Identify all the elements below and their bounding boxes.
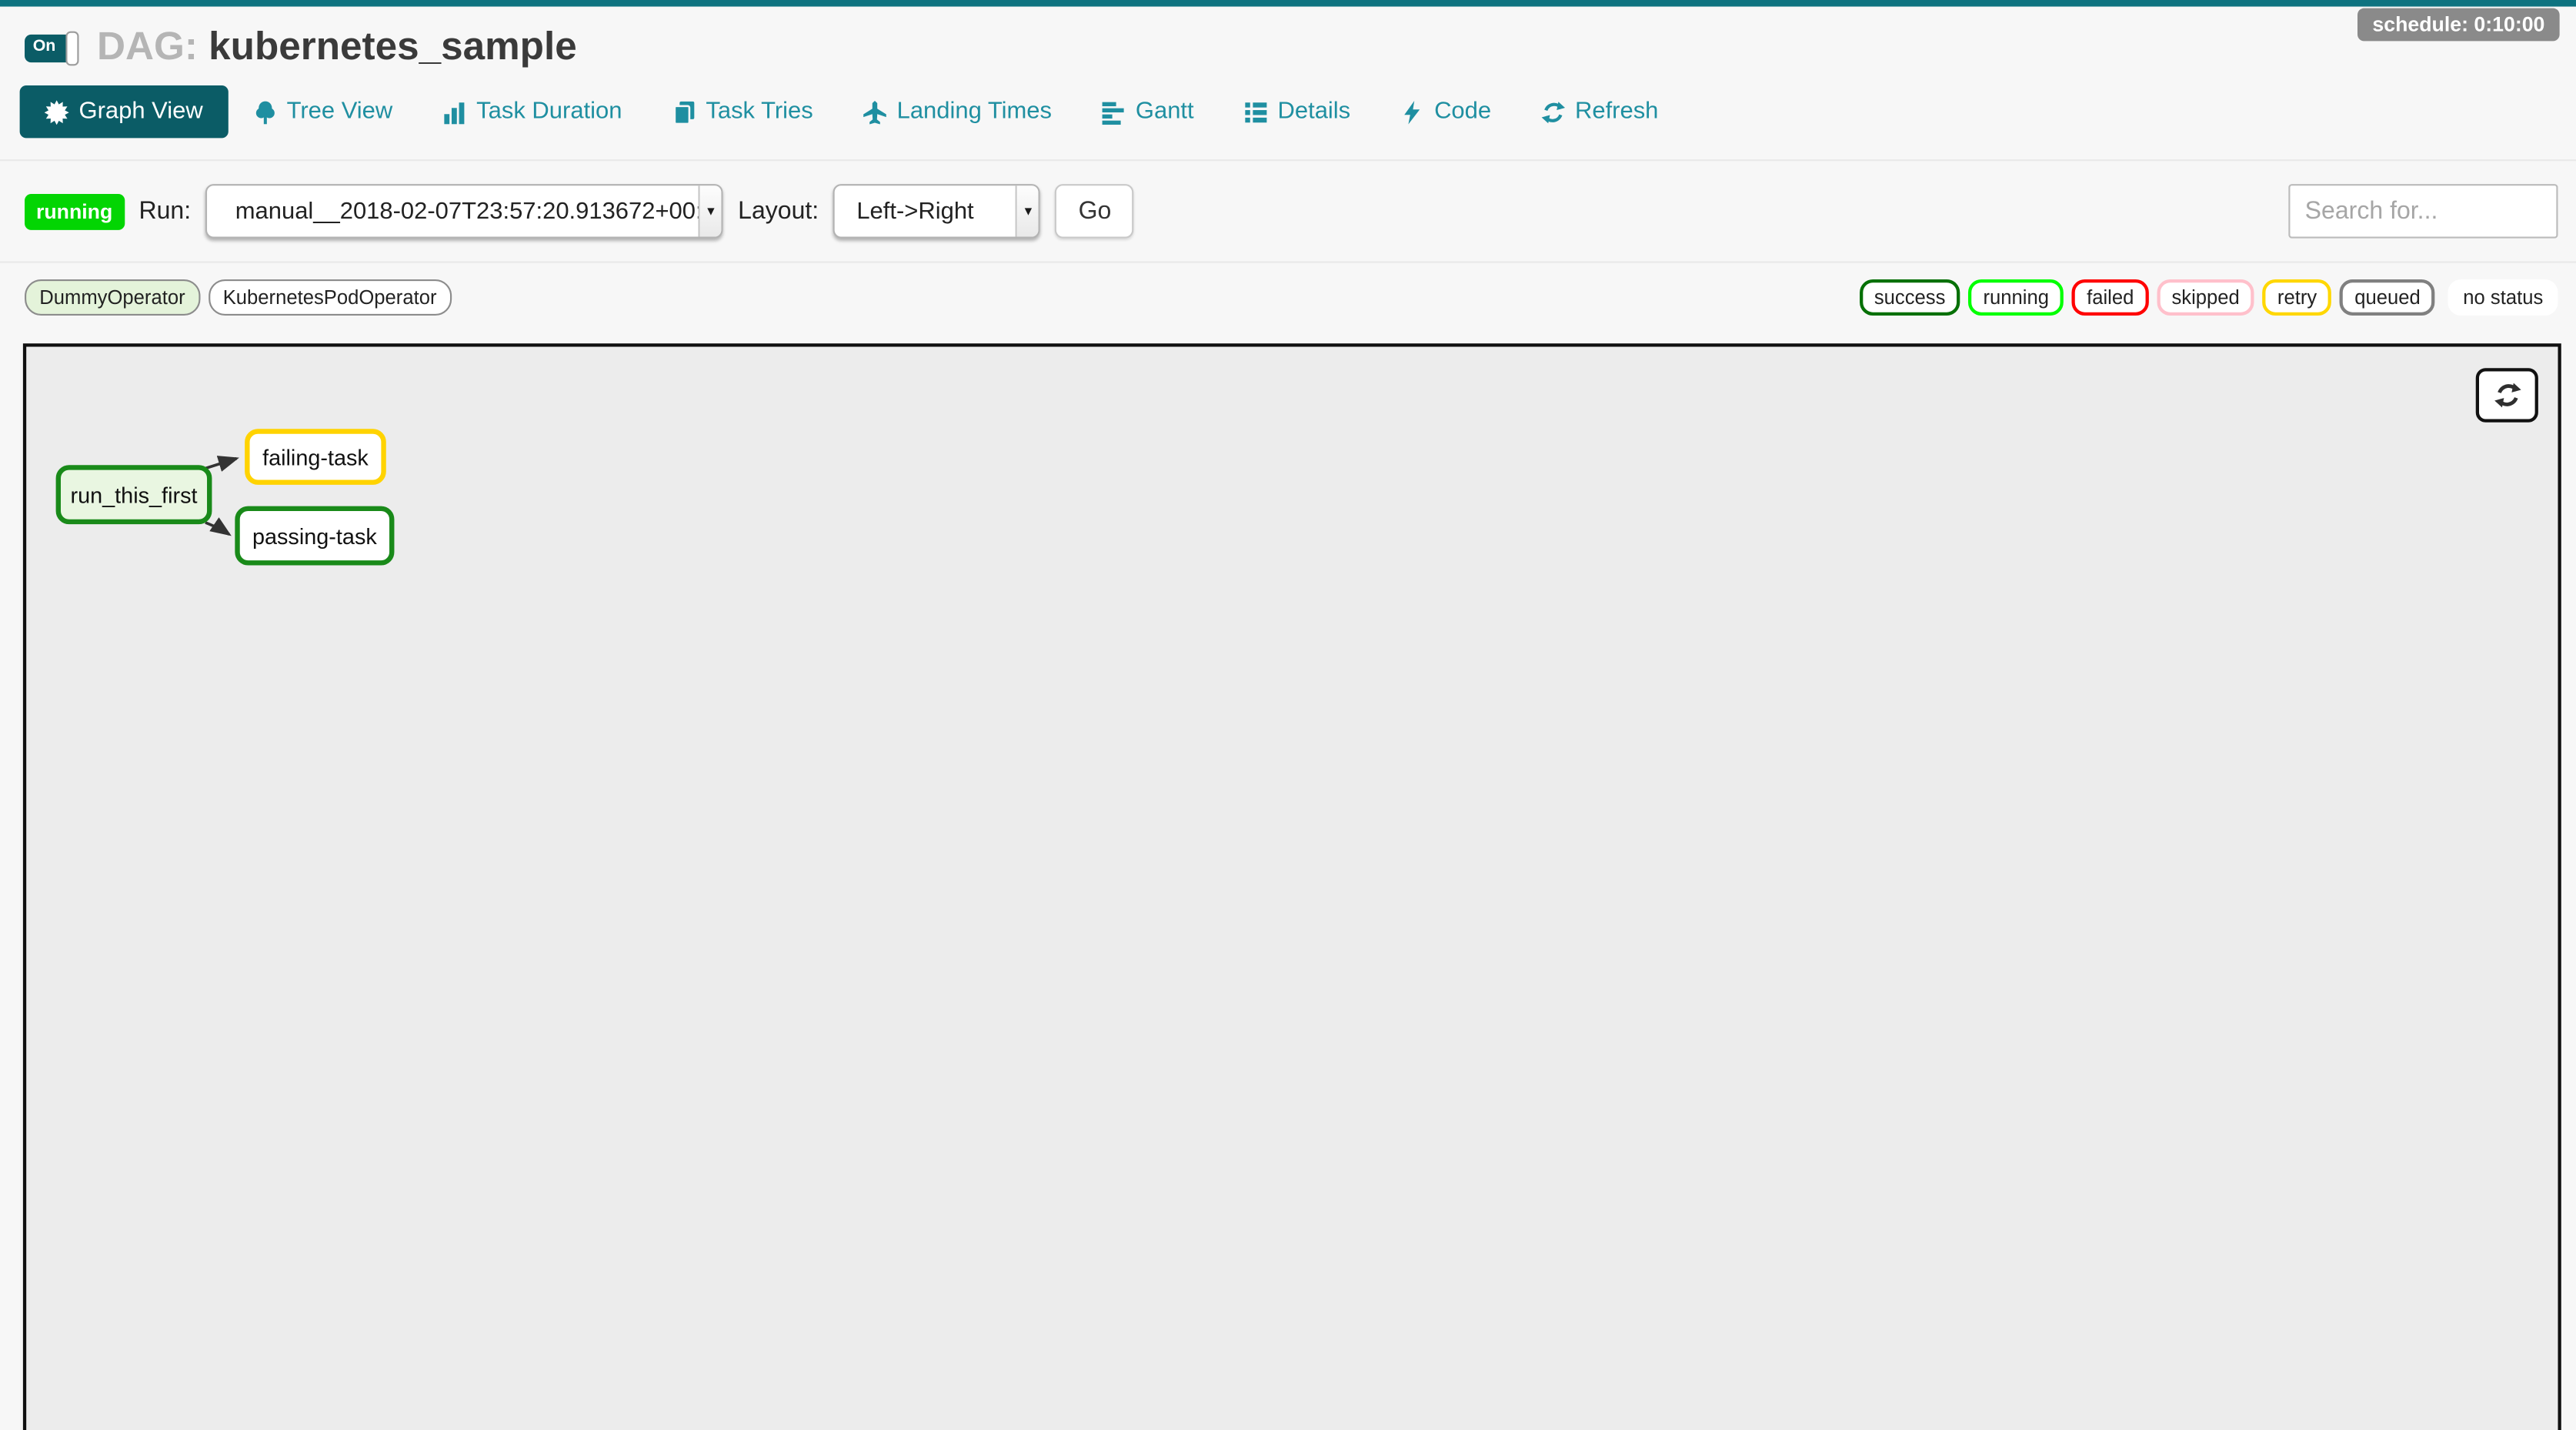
tab-landing-times[interactable]: Landing Times [838, 85, 1076, 138]
graph-refresh-button[interactable] [2476, 368, 2538, 422]
chevron-down-icon: ▼ [1023, 204, 1035, 219]
dag-prefix-label: DAG: [97, 25, 198, 69]
select-caret-strip[interactable]: ▼ [699, 185, 722, 236]
bolt-icon [1400, 99, 1424, 124]
legend-row: DummyOperator KubernetesPodOperator succ… [0, 263, 2576, 331]
tab-label: Task Tries [706, 99, 813, 125]
search-input[interactable] [2288, 184, 2558, 238]
run-select-value: manual__2018-02-07T23:57:20.913672+00:00 [207, 185, 698, 236]
top-accent-bar [0, 0, 2576, 7]
refresh-icon [2493, 381, 2521, 409]
tab-label: Task Duration [476, 99, 622, 125]
schedule-badge: schedule: 0:10:00 [2357, 8, 2559, 42]
state-pill-skipped: skipped [2157, 279, 2254, 316]
tab-gantt[interactable]: Gantt [1076, 85, 1219, 138]
state-pill-no-status: no status [2448, 279, 2558, 316]
view-tabs: Graph View Tree View Task Duration Task … [0, 74, 2576, 138]
bar-chart-icon [442, 99, 466, 124]
state-pill-running: running [1968, 279, 2064, 316]
tab-details[interactable]: Details [1219, 85, 1376, 138]
edge-run-this-first-to-failing-task [205, 459, 237, 469]
refresh-icon [1540, 99, 1565, 124]
dag-graph-canvas[interactable]: run_this_first failing-task passing-task [23, 343, 2561, 1430]
tab-label: Details [1278, 99, 1351, 125]
toggle-on-label: On [25, 39, 55, 55]
layout-select[interactable]: Left->Right ▼ [833, 184, 1040, 238]
tab-label: Gantt [1136, 99, 1194, 125]
align-left-icon [1101, 99, 1126, 124]
layout-label: Layout: [738, 197, 819, 225]
starburst-icon [45, 99, 69, 124]
tab-task-duration[interactable]: Task Duration [417, 85, 646, 138]
page-title: DAG: kubernetes_sample [97, 25, 577, 71]
task-node-failing-task[interactable]: failing-task [245, 429, 386, 485]
operator-pill-kubernetespod: KubernetesPodOperator [209, 279, 452, 316]
edge-run-this-first-to-passing-task [205, 523, 229, 534]
tab-code[interactable]: Code [1375, 85, 1516, 138]
tab-label: Code [1434, 99, 1491, 125]
tree-icon [252, 99, 277, 124]
tab-label: Tree View [287, 99, 393, 125]
tab-label: Refresh [1575, 99, 1658, 125]
state-pill-queued: queued [2340, 279, 2435, 316]
run-select[interactable]: manual__2018-02-07T23:57:20.913672+00:00… [205, 184, 723, 238]
copy-icon [672, 99, 696, 124]
airflow-graph-view-page: schedule: 0:10:00 On DAG: kubernetes_sam… [0, 0, 2576, 1430]
operator-legend: DummyOperator KubernetesPodOperator [25, 279, 452, 316]
go-button[interactable]: Go [1056, 184, 1135, 238]
tab-label: Landing Times [897, 99, 1052, 125]
plane-icon [863, 99, 887, 124]
tab-graph-view[interactable]: Graph View [20, 85, 228, 138]
chevron-down-icon: ▼ [705, 204, 717, 219]
select-caret-strip[interactable]: ▼ [1016, 185, 1039, 236]
state-pill-success: success [1860, 279, 1960, 316]
state-pill-retry: retry [2263, 279, 2332, 316]
tab-task-tries[interactable]: Task Tries [647, 85, 838, 138]
state-pill-failed: failed [2072, 279, 2149, 316]
dag-on-off-toggle[interactable]: On [25, 34, 75, 62]
state-legend: success running failed skipped retry que… [1860, 279, 2558, 316]
dag-title-row: On DAG: kubernetes_sample [0, 7, 2576, 75]
task-node-run-this-first[interactable]: run_this_first [56, 465, 212, 524]
dag-run-state-badge: running [25, 193, 124, 229]
tab-tree-view[interactable]: Tree View [228, 85, 418, 138]
tab-refresh[interactable]: Refresh [1516, 85, 1683, 138]
run-label: Run: [138, 197, 191, 225]
toggle-knob[interactable] [65, 31, 78, 65]
operator-pill-dummy: DummyOperator [25, 279, 200, 316]
list-icon [1243, 99, 1268, 124]
dag-name: kubernetes_sample [209, 25, 577, 69]
layout-select-value: Left->Right [836, 185, 1016, 236]
task-node-passing-task[interactable]: passing-task [235, 506, 394, 566]
run-controls-row: running Run: manual__2018-02-07T23:57:20… [0, 161, 2576, 261]
dag-edges [26, 347, 2558, 1430]
tab-label: Graph View [78, 99, 202, 125]
